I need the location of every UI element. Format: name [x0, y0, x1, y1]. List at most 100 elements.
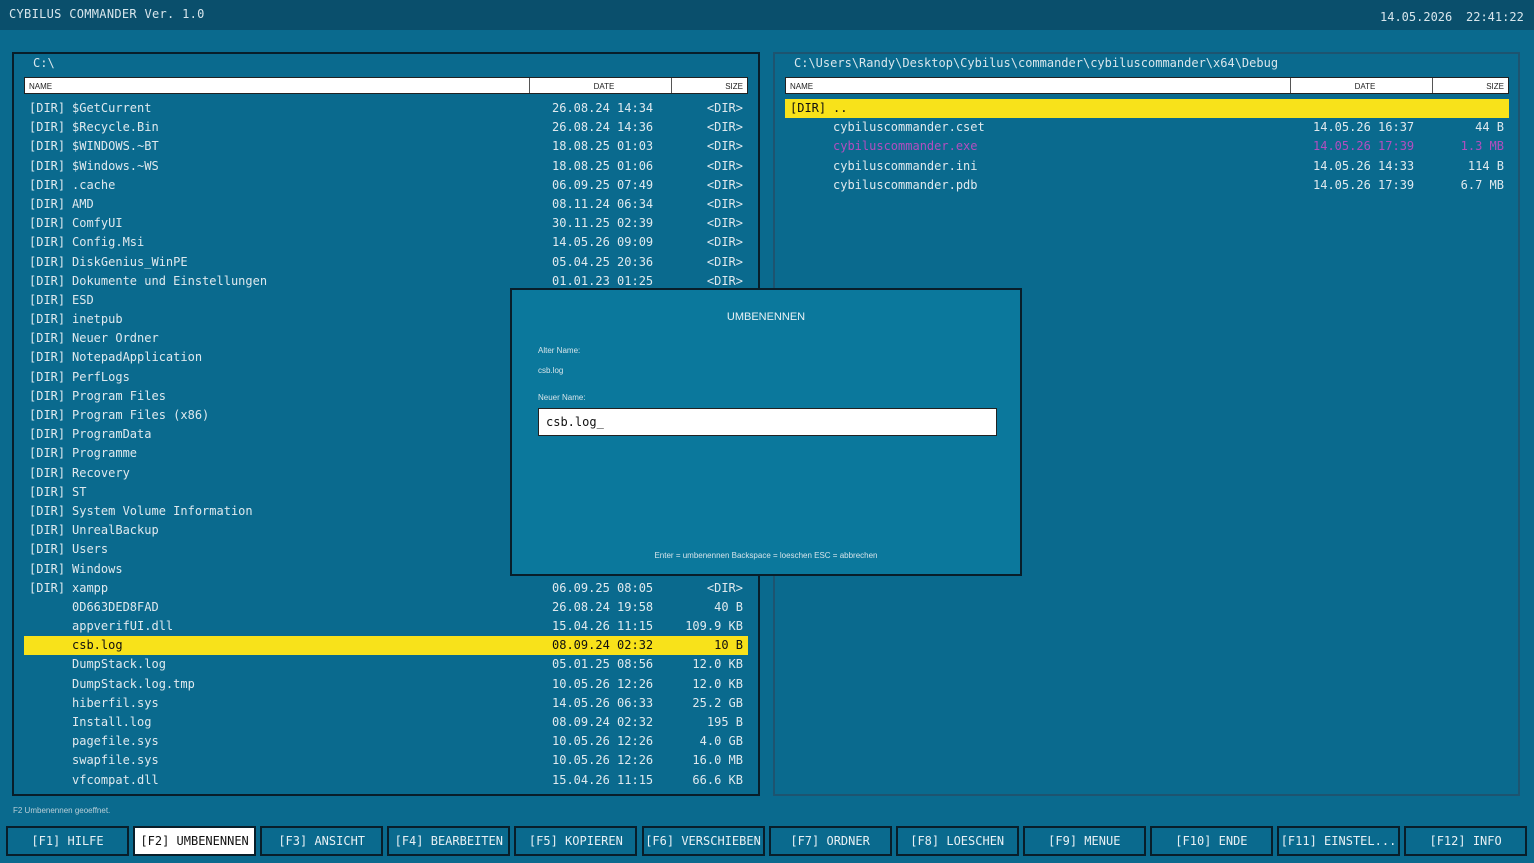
- file-name: NotepadApplication: [72, 350, 203, 365]
- file-name: ST: [72, 484, 87, 499]
- file-name: Windows: [72, 561, 123, 576]
- fkey-button-f8[interactable]: [F8] LOESCHEN: [895, 826, 1019, 856]
- file-name: cybiluscommander.pdb: [833, 177, 978, 192]
- column-header-date[interactable]: DATE: [584, 82, 624, 91]
- file-size: 195 B: [706, 715, 743, 729]
- file-row[interactable]: [DIR] ComfyUI 30.11.25 02:39 <DIR>: [24, 214, 748, 233]
- fkey-button-f2[interactable]: [F2] UMBENENNEN: [133, 826, 257, 856]
- file-type-tag: [DIR]: [29, 388, 66, 403]
- file-row[interactable]: vfcompat.dll 15.04.26 11:15 66.6 KB: [24, 771, 748, 790]
- file-date: 14.05.26 17:39: [1313, 177, 1415, 192]
- file-row[interactable]: [DIR] xampp 06.09.25 08:05 <DIR>: [24, 579, 748, 598]
- file-size: <DIR>: [706, 235, 743, 250]
- fkey-button-f12[interactable]: [F12] INFO: [1404, 826, 1528, 856]
- file-name: Install.log: [72, 715, 152, 729]
- file-name: DiskGenius_WinPE: [72, 254, 188, 269]
- column-header-size[interactable]: SIZE: [725, 82, 743, 91]
- file-type-tag: [DIR]: [29, 523, 66, 538]
- file-type-tag: [DIR]: [29, 427, 66, 442]
- file-size: <DIR>: [706, 254, 743, 269]
- file-name: $WINDOWS.~BT: [72, 139, 159, 154]
- file-size: 4.0 GB: [699, 734, 743, 749]
- file-type-tag: [DIR]: [29, 312, 66, 327]
- dialog-title: UMBENENNEN: [726, 311, 806, 323]
- column-header-size[interactable]: SIZE: [1486, 82, 1504, 91]
- file-name: Program Files: [72, 388, 166, 403]
- file-row[interactable]: [DIR] DiskGenius_WinPE 05.04.25 20:36 <DIR>: [24, 253, 748, 272]
- fkey-button-f10[interactable]: [F10] ENDE: [1149, 826, 1273, 856]
- right-column-header: NAME DATE SIZE: [785, 77, 1509, 94]
- file-type-tag: [DIR]: [29, 196, 66, 211]
- file-date: 14.05.26 14:33: [1313, 158, 1415, 173]
- file-type-tag: [DIR]: [29, 350, 66, 365]
- file-name: Config.Msi: [72, 235, 145, 250]
- file-date: 15.04.26 11:15: [552, 619, 654, 634]
- fkey-button-f3[interactable]: [F3] ANSICHT: [260, 826, 384, 856]
- file-name: DumpStack.log.tmp: [72, 676, 195, 691]
- file-type-tag: [DIR]: [29, 484, 66, 499]
- file-name: $GetCurrent: [72, 101, 152, 115]
- file-name: $Recycle.Bin: [72, 120, 159, 135]
- file-row[interactable]: [DIR] $Recycle.Bin 26.08.24 14:36 <DIR>: [24, 118, 748, 137]
- column-header-name[interactable]: NAME: [790, 82, 813, 91]
- fkey-button-f11[interactable]: [F11] EINSTEL...: [1277, 826, 1400, 856]
- new-name-label: Neuer Name:: [538, 393, 586, 402]
- file-row[interactable]: DumpStack.log 05.01.25 08:56 12.0 KB: [24, 655, 748, 674]
- fkey-button-f1[interactable]: [F1] HILFE: [6, 826, 129, 856]
- file-type-tag: [DIR]: [29, 446, 66, 461]
- file-row[interactable]: [DIR]..: [785, 99, 1509, 119]
- clock-date: 14.05.2026: [1380, 10, 1453, 24]
- file-type-tag: [DIR]: [29, 580, 66, 595]
- fkey-button-f4[interactable]: [F4] BEARBEITEN: [387, 826, 511, 856]
- fkey-button-f5[interactable]: [F5] KOPIEREN: [514, 826, 638, 856]
- file-size: <DIR>: [706, 101, 743, 115]
- file-row[interactable]: 0D663DED8FAD 26.08.24 19:58 40 B: [24, 598, 748, 617]
- file-date: 30.11.25 02:39: [552, 216, 654, 231]
- column-header-name[interactable]: NAME: [29, 82, 52, 91]
- file-row[interactable]: appverifUI.dll 15.04.26 11:15 109.9 KB: [24, 617, 748, 636]
- file-type-tag: [DIR]: [29, 216, 66, 231]
- file-type-tag: [DIR]: [29, 369, 66, 384]
- file-row[interactable]: [DIR] $WINDOWS.~BT 18.08.25 01:03 <DIR>: [24, 137, 748, 156]
- file-date: 08.11.24 06:34: [552, 196, 654, 211]
- file-row[interactable]: cybiluscommander.exe 14.05.26 17:39 1.3 MB: [785, 137, 1509, 156]
- file-row[interactable]: hiberfil.sys 14.05.26 06:33 25.2 GB: [24, 694, 748, 713]
- file-row[interactable]: cybiluscommander.pdb 14.05.26 17:39 6.7 MB: [785, 176, 1509, 195]
- file-size: 16.0 MB: [692, 753, 743, 768]
- file-type-tag: [DIR]: [29, 235, 66, 250]
- fkey-button-f9[interactable]: [F9] MENUE: [1022, 826, 1146, 856]
- file-type-tag: [DIR]: [29, 292, 66, 307]
- file-size: 12.0 KB: [692, 657, 743, 672]
- file-row[interactable]: [DIR] $GetCurrent 26.08.24 14:34 <DIR>: [24, 99, 748, 118]
- file-row[interactable]: Install.log 08.09.24 02:32 195 B: [24, 713, 748, 732]
- file-name: Recovery: [72, 465, 130, 480]
- function-key-bar: [F1] HILFE [F2] UMBENENNEN [F3] ANSICHT [F4…: [6, 826, 1530, 856]
- file-row[interactable]: swapfile.sys 10.05.26 12:26 16.0 MB: [24, 751, 748, 770]
- column-header-date[interactable]: DATE: [1345, 82, 1385, 91]
- file-row[interactable]: cybiluscommander.ini 14.05.26 14:33 114 B: [785, 157, 1509, 176]
- file-row[interactable]: cybiluscommander.cset 14.05.26 16:37 44 B: [785, 118, 1509, 137]
- file-name: cybiluscommander.ini: [833, 158, 978, 173]
- file-type-tag: [DIR]: [790, 101, 827, 115]
- file-row[interactable]: [DIR] $Windows.~WS 18.08.25 01:06 <DIR>: [24, 157, 748, 176]
- file-date: 08.09.24 02:32: [552, 638, 654, 653]
- file-name: hiberfil.sys: [72, 695, 159, 710]
- fkey-button-f6[interactable]: [F6] VERSCHIEBEN: [641, 826, 765, 856]
- file-type-tag: [DIR]: [29, 465, 66, 480]
- file-date: 10.05.26 12:26: [552, 676, 654, 691]
- file-row[interactable]: [DIR] AMD 08.11.24 06:34 <DIR>: [24, 195, 748, 214]
- right-file-list[interactable]: [DIR].. cybiluscommander.cset 14.05.26 16:…: [785, 99, 1509, 195]
- file-row[interactable]: DumpStack.log.tmp 10.05.26 12:26 12.0 KB: [24, 675, 748, 694]
- file-type-tag: [DIR]: [29, 561, 66, 576]
- file-type-tag: [DIR]: [29, 139, 66, 154]
- file-name: swapfile.sys: [72, 753, 159, 768]
- file-row[interactable]: pagefile.sys 10.05.26 12:26 4.0 GB: [24, 732, 748, 751]
- file-size: <DIR>: [706, 158, 743, 173]
- column-divider: [671, 78, 672, 93]
- file-size: 114 B: [1467, 158, 1504, 173]
- fkey-button-f7[interactable]: [F7] ORDNER: [768, 826, 892, 856]
- file-row[interactable]: [DIR] .cache 06.09.25 07:49 <DIR>: [24, 176, 748, 195]
- file-row[interactable]: [DIR] Config.Msi 14.05.26 09:09 <DIR>: [24, 233, 748, 252]
- new-name-input[interactable]: csb.log_: [538, 408, 997, 436]
- file-row[interactable]: csb.log 08.09.24 02:32 10 B: [24, 636, 748, 656]
